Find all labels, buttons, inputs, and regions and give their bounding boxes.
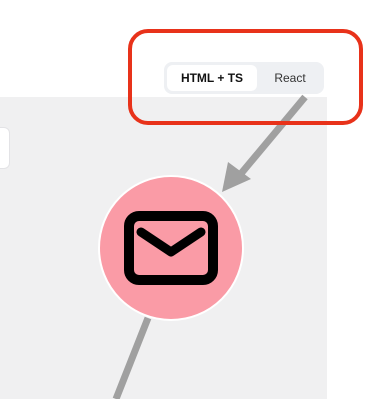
mail-node[interactable]	[98, 175, 244, 321]
incoming-connector	[236, 94, 308, 179]
outgoing-connector	[112, 316, 152, 399]
tab-html-ts[interactable]: HTML + TS	[167, 65, 257, 91]
mail-icon	[124, 211, 218, 285]
page: HTML + TS React	[0, 0, 388, 399]
tab-react[interactable]: React	[259, 65, 321, 91]
language-tabs: HTML + TS React	[164, 62, 324, 94]
